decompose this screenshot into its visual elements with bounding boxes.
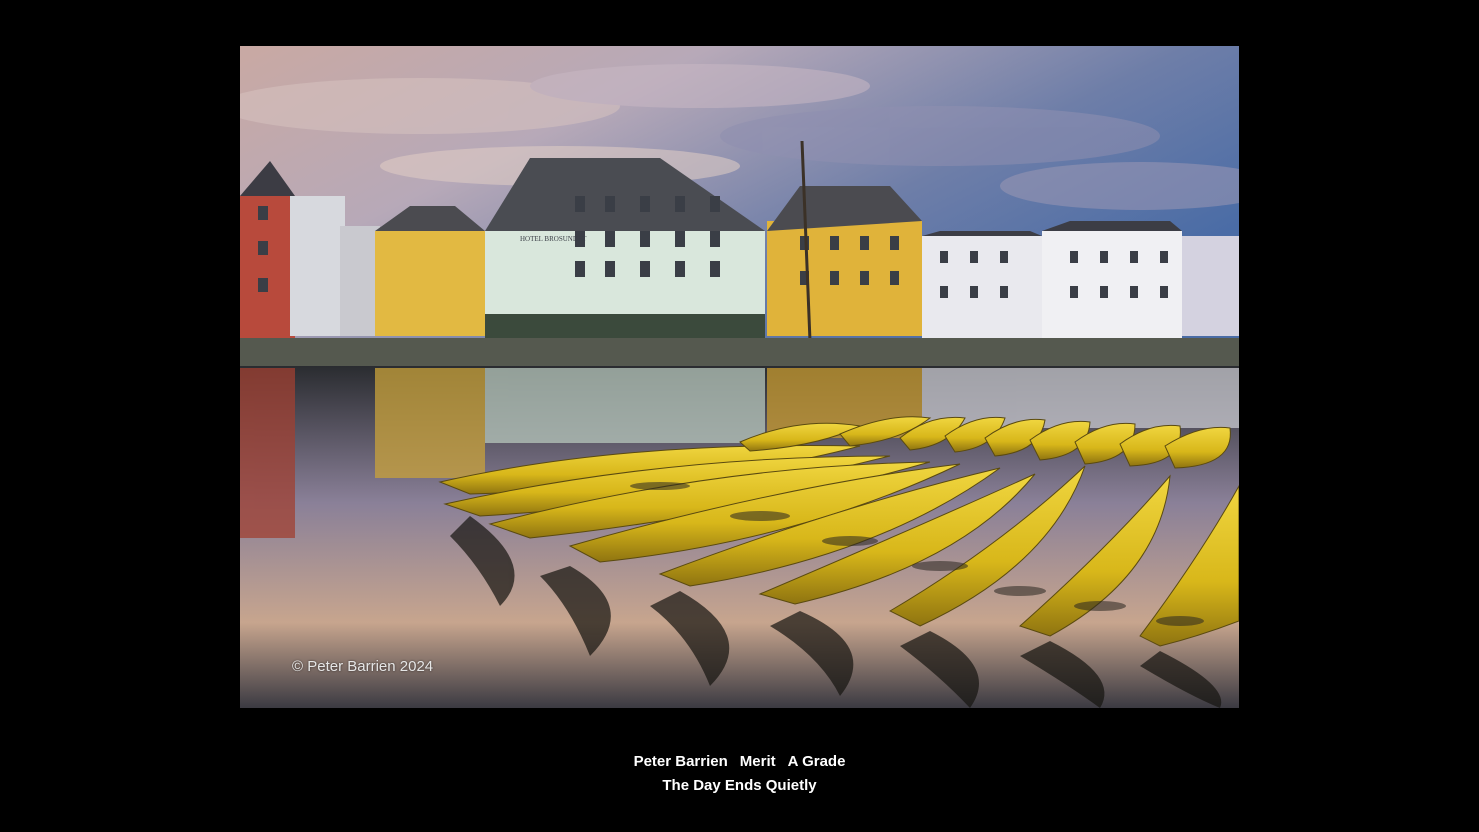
award-level: Merit <box>739 753 776 770</box>
author-name: Peter Barrien <box>633 753 728 770</box>
photo-title: The Day Ends Quietly <box>662 777 817 794</box>
slide: HOTEL BROSUNDET © Peter Barrien 2024 Pet… <box>0 0 1479 832</box>
photograph: HOTEL BROSUNDET © Peter Barrien 2024 <box>240 46 1239 708</box>
caption-credit-line: Peter Barrien Merit A Grade <box>0 753 1479 771</box>
grade-label: A Grade <box>787 753 846 770</box>
quay <box>240 338 1239 368</box>
hotel-sign: HOTEL BROSUNDET <box>520 235 587 243</box>
photo-scene: HOTEL BROSUNDET <box>240 46 1239 708</box>
copyright-notice: © Peter Barrien 2024 <box>292 658 434 675</box>
